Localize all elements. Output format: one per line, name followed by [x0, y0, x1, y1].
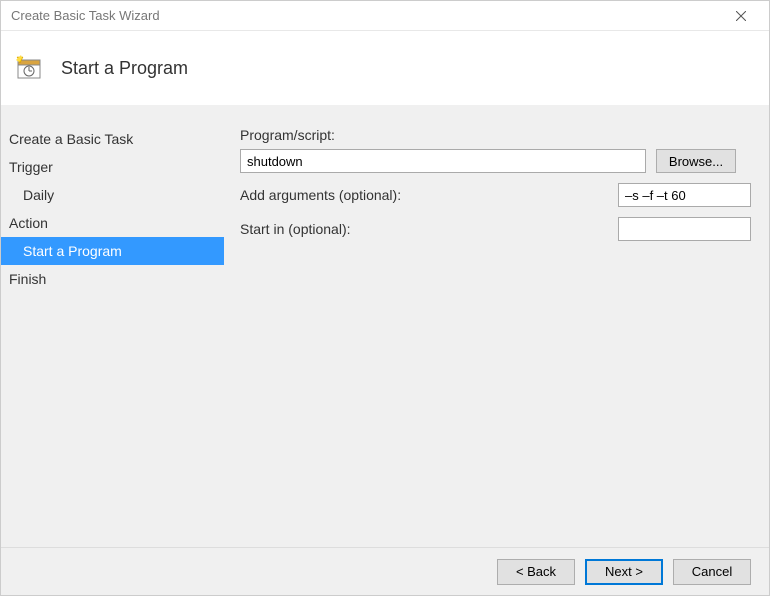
form-panel: Program/script: Browse... Add arguments … [224, 105, 769, 547]
arguments-row: Add arguments (optional): [240, 183, 751, 207]
task-scheduler-icon [15, 54, 43, 82]
sidebar-step-start-a-program[interactable]: Start a Program [1, 237, 224, 265]
cancel-button[interactable]: Cancel [673, 559, 751, 585]
browse-button[interactable]: Browse... [656, 149, 736, 173]
arguments-label: Add arguments (optional): [240, 187, 405, 203]
wizard-footer: < Back Next > Cancel [1, 547, 769, 595]
back-button[interactable]: < Back [497, 559, 575, 585]
program-script-input[interactable] [240, 149, 646, 173]
sidebar-step-daily[interactable]: Daily [1, 181, 224, 209]
sidebar-step-create-basic-task[interactable]: Create a Basic Task [1, 125, 224, 153]
page-title: Start a Program [61, 58, 188, 79]
sidebar-step-finish[interactable]: Finish [1, 265, 224, 293]
content-area: Create a Basic Task Trigger Daily Action… [1, 105, 769, 547]
program-row: Program/script: Browse... [240, 127, 751, 173]
close-icon [736, 11, 746, 21]
startin-label: Start in (optional): [240, 221, 405, 237]
startin-input[interactable] [618, 217, 751, 241]
wizard-window: Create Basic Task Wizard Start a Program [0, 0, 770, 596]
startin-row: Start in (optional): [240, 217, 751, 241]
wizard-steps-sidebar: Create a Basic Task Trigger Daily Action… [1, 105, 224, 547]
sidebar-step-action[interactable]: Action [1, 209, 224, 237]
wizard-header: Start a Program [1, 31, 769, 105]
titlebar: Create Basic Task Wizard [1, 1, 769, 31]
next-button[interactable]: Next > [585, 559, 663, 585]
sidebar-step-trigger[interactable]: Trigger [1, 153, 224, 181]
program-label: Program/script: [240, 127, 751, 143]
arguments-input[interactable] [618, 183, 751, 207]
window-title: Create Basic Task Wizard [11, 8, 160, 23]
close-button[interactable] [721, 2, 761, 30]
